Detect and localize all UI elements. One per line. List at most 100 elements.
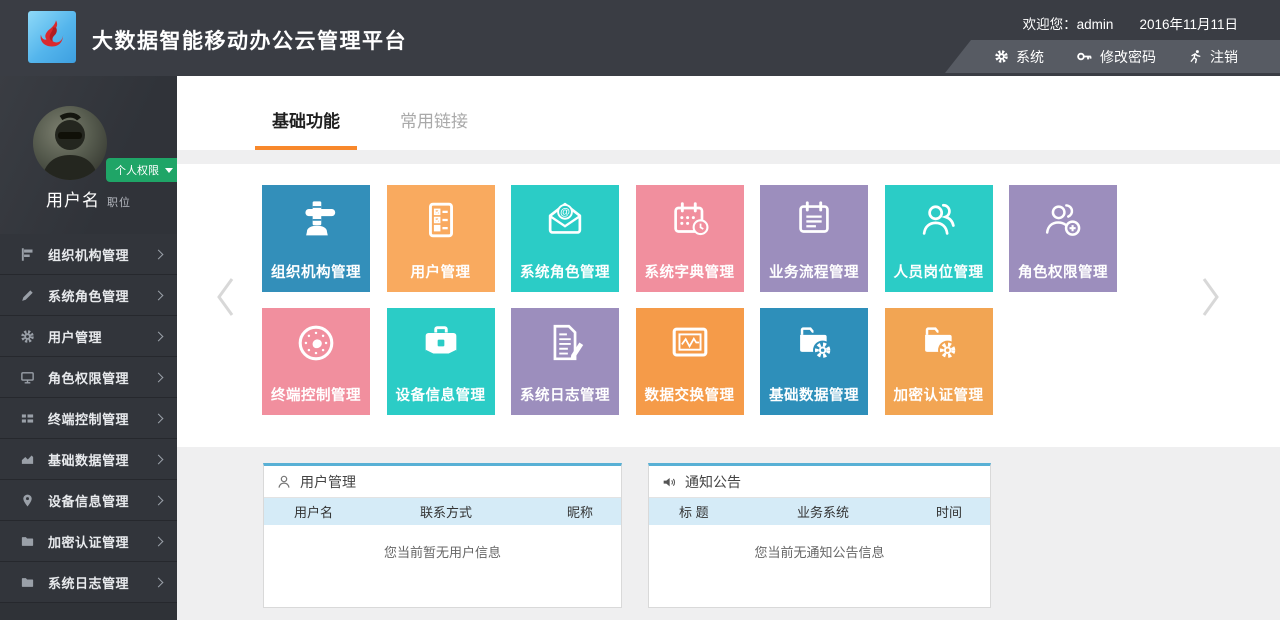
tile-role-permission[interactable]: 角色权限管理 bbox=[1009, 185, 1117, 292]
chevron-right-icon bbox=[154, 577, 164, 587]
sidebar-item-system-role[interactable]: 系统角色管理 bbox=[0, 275, 177, 316]
welcome-bar: 欢迎您：admin 2016年11月11日 bbox=[1023, 13, 1238, 33]
chevron-right-icon bbox=[154, 249, 164, 259]
chevron-right-icon bbox=[1199, 274, 1223, 320]
tab-common-links[interactable]: 常用链接 bbox=[398, 76, 470, 146]
tile-user-mgmt[interactable]: 用户管理 bbox=[387, 185, 495, 292]
carousel-next-button[interactable] bbox=[1199, 274, 1223, 325]
user-icon bbox=[276, 474, 292, 490]
sidebar-item-org-structure[interactable]: 组织机构管理 bbox=[0, 234, 177, 275]
checklist-icon bbox=[418, 197, 464, 243]
column-contact: 联系方式 bbox=[359, 502, 533, 521]
notices-panel-title: 通知公告 bbox=[685, 472, 741, 492]
column-business-system: 业务系统 bbox=[744, 502, 902, 521]
tile-business-process[interactable]: 业务流程管理 bbox=[760, 185, 868, 292]
calendar-clock-icon bbox=[667, 197, 713, 243]
users-panel-title: 用户管理 bbox=[300, 472, 356, 492]
profile-section: 个人权限 用户名职位 bbox=[0, 76, 177, 234]
chevron-right-icon bbox=[154, 536, 164, 546]
avatar-photo bbox=[33, 106, 107, 180]
tab-basic-functions[interactable]: 基础功能 bbox=[255, 76, 357, 150]
tile-system-dictionary[interactable]: 系统字典管理 bbox=[636, 185, 744, 292]
pencil-icon bbox=[20, 288, 35, 303]
app-window: 大数据智能移动办公云管理平台 欢迎您：admin 2016年11月11日 系统 … bbox=[0, 0, 1280, 620]
tile-data-exchange[interactable]: 数据交换管理 bbox=[636, 308, 744, 415]
mail-at-icon: @ bbox=[542, 197, 588, 243]
gauge-icon bbox=[293, 320, 339, 366]
gear-icon bbox=[994, 49, 1009, 64]
personal-permission-badge[interactable]: 个人权限 bbox=[106, 158, 181, 182]
tile-basic-data[interactable]: 基础数据管理 bbox=[760, 308, 868, 415]
folder-icon bbox=[20, 575, 35, 590]
sidebar-item-role-permission[interactable]: 角色权限管理 bbox=[0, 357, 177, 398]
chevron-right-icon bbox=[154, 495, 164, 505]
sidebar-item-encryption-auth[interactable]: 加密认证管理 bbox=[0, 521, 177, 562]
tile-system-log[interactable]: 系统日志管理 bbox=[511, 308, 619, 415]
chevron-right-icon bbox=[154, 331, 164, 341]
avatar[interactable] bbox=[33, 106, 107, 180]
tile-system-role[interactable]: @ 系统角色管理 bbox=[511, 185, 619, 292]
speaker-icon bbox=[661, 474, 677, 490]
chevron-right-icon bbox=[154, 454, 164, 464]
gear-icon bbox=[20, 329, 35, 344]
chevron-right-icon bbox=[154, 290, 164, 300]
column-nickname: 昵称 bbox=[533, 502, 621, 521]
sidebar-item-device-info[interactable]: 设备信息管理 bbox=[0, 480, 177, 521]
users-empty-message: 您当前暂无用户信息 bbox=[264, 525, 621, 561]
divider-strip bbox=[177, 150, 1280, 164]
users-panel-header: 用户管理 bbox=[264, 466, 621, 498]
notices-table-header: 标 题 业务系统 时间 bbox=[649, 498, 990, 525]
tile-terminal-control[interactable]: 终端控制管理 bbox=[262, 308, 370, 415]
welcome-user: 欢迎您：admin bbox=[1023, 13, 1114, 33]
notices-empty-message: 您当前无通知公告信息 bbox=[649, 525, 990, 561]
doc-pen-icon bbox=[542, 320, 588, 366]
key-icon bbox=[1076, 48, 1093, 65]
logout-button[interactable]: 注销 bbox=[1188, 47, 1238, 67]
current-date: 2016年11月11日 bbox=[1139, 13, 1238, 33]
clipboard-icon bbox=[791, 197, 837, 243]
folder-gear-icon bbox=[916, 320, 962, 366]
chevron-right-icon bbox=[154, 372, 164, 382]
monitor-icon bbox=[20, 370, 35, 385]
users-panel: 用户管理 用户名 联系方式 昵称 您当前暂无用户信息 bbox=[263, 463, 622, 608]
caret-down-icon bbox=[165, 168, 173, 173]
tile-org-structure[interactable]: 组织机构管理 bbox=[262, 185, 370, 292]
list-grid-icon bbox=[20, 411, 35, 426]
tile-personnel-post[interactable]: 人员岗位管理 bbox=[885, 185, 993, 292]
users-icon bbox=[916, 197, 962, 243]
tile-row-2: 终端控制管理 设备信息管理 bbox=[262, 308, 993, 415]
sidebar: 个人权限 用户名职位 组织机构管理 系统角色管理 bbox=[0, 76, 177, 620]
sidebar-item-user-mgmt[interactable]: 用户管理 bbox=[0, 316, 177, 357]
briefcase-icon bbox=[418, 320, 464, 366]
location-pin-icon bbox=[20, 493, 35, 508]
notices-panel-header: 通知公告 bbox=[649, 466, 990, 498]
column-username: 用户名 bbox=[264, 502, 359, 521]
system-button[interactable]: 系统 bbox=[994, 47, 1044, 67]
svg-text:@: @ bbox=[560, 207, 570, 218]
tile-carousel: 组织机构管理 用户管理 @ bbox=[177, 164, 1280, 447]
notices-panel: 通知公告 标 题 业务系统 时间 您当前无通知公告信息 bbox=[648, 463, 991, 608]
change-password-button[interactable]: 修改密码 bbox=[1076, 47, 1156, 67]
tile-encryption-auth[interactable]: 加密认证管理 bbox=[885, 308, 993, 415]
tile-row-1: 组织机构管理 用户管理 @ bbox=[262, 185, 1117, 292]
top-bar: 大数据智能移动办公云管理平台 欢迎您：admin 2016年11月11日 系统 … bbox=[0, 0, 1280, 76]
sidebar-item-terminal-control[interactable]: 终端控制管理 bbox=[0, 398, 177, 439]
carousel-prev-button[interactable] bbox=[213, 274, 237, 325]
gavel-icon bbox=[293, 197, 339, 243]
chevron-left-icon bbox=[213, 274, 237, 320]
area-chart-icon bbox=[20, 452, 35, 467]
folder-gear-icon bbox=[791, 320, 837, 366]
system-toolbar: 系统 修改密码 注销 bbox=[945, 40, 1280, 73]
user-plus-icon bbox=[1040, 197, 1086, 243]
sidebar-item-basic-data[interactable]: 基础数据管理 bbox=[0, 439, 177, 480]
folder-icon bbox=[20, 534, 35, 549]
sidebar-item-system-log[interactable]: 系统日志管理 bbox=[0, 562, 177, 603]
org-structure-icon bbox=[20, 247, 35, 262]
page-title: 大数据智能移动办公云管理平台 bbox=[92, 25, 407, 55]
column-title: 标 题 bbox=[649, 502, 744, 521]
column-time: 时间 bbox=[902, 502, 990, 521]
chevron-right-icon bbox=[154, 413, 164, 423]
tile-device-info[interactable]: 设备信息管理 bbox=[387, 308, 495, 415]
username: 用户名职位 bbox=[46, 186, 131, 211]
logout-icon bbox=[1188, 49, 1203, 64]
